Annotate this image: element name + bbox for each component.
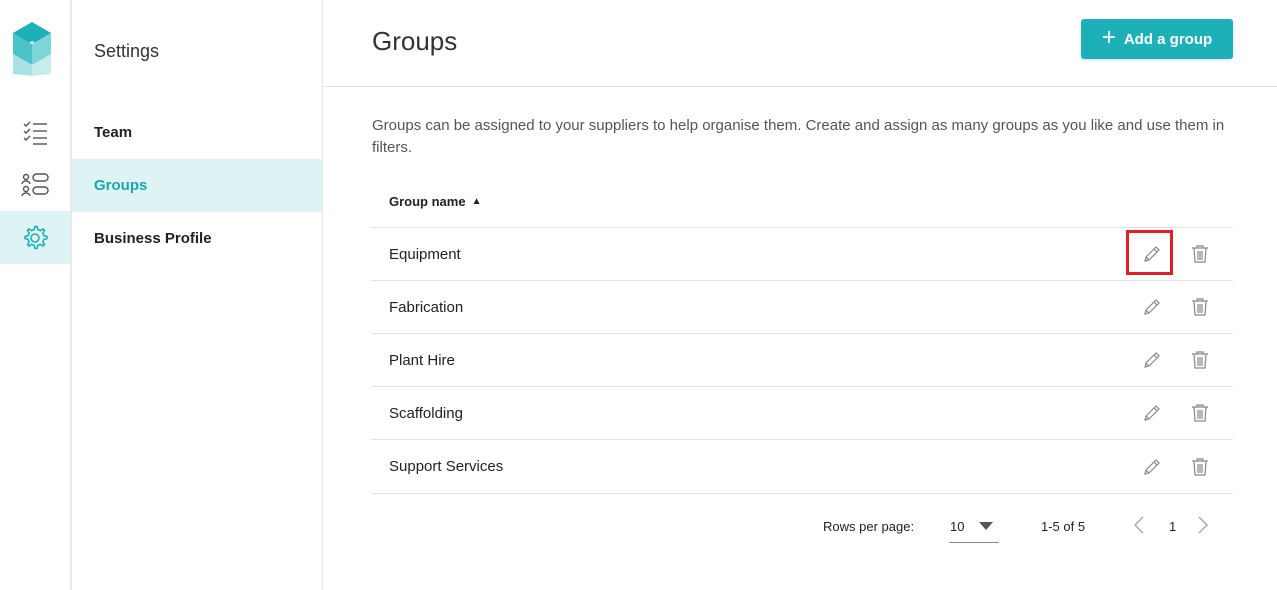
trash-icon[interactable] [1187,241,1213,267]
nav-item-business-profile[interactable]: Business Profile [72,212,322,265]
pagination: Rows per page: 10 1-5 of 5 1 [323,505,1277,545]
chevron-left-icon[interactable] [1133,515,1145,535]
table-row: Scaffolding [371,387,1233,440]
group-name-cell: Plant Hire [389,351,455,369]
settings-nav-title: Settings [94,41,160,61]
nav-item-groups[interactable]: Groups [72,159,322,212]
pagination-range: 1-5 of 5 [1041,519,1086,534]
add-group-button[interactable]: + Add a group [1081,19,1233,59]
rail-item-settings[interactable] [0,211,70,264]
group-name-cell: Support Services [389,458,504,475]
edit-icon[interactable] [1139,454,1165,480]
rows-per-page-label: Rows per page: [823,519,915,534]
group-name-cell: Equipment [389,245,461,263]
trash-icon[interactable] [1187,294,1213,320]
settings-icon [24,225,48,249]
trash-icon[interactable] [1187,347,1213,373]
rows-per-page-select[interactable]: 10 [949,513,999,543]
table-row: Support Services [371,440,1233,494]
edit-icon[interactable] [1139,347,1165,373]
group-name-cell: Scaffolding [389,404,463,422]
trash-icon[interactable] [1187,454,1213,480]
page-description: Groups can be assigned to your suppliers… [372,117,1225,156]
chevron-right-icon[interactable] [1197,515,1209,535]
column-header-label: Group name [389,193,466,209]
rail-item-suppliers[interactable] [0,158,70,211]
edit-icon[interactable] [1139,294,1165,320]
group-name-cell: Fabrication [389,298,464,316]
sort-ascending-icon: ▲ [471,195,482,207]
page-title: Groups [372,26,458,56]
table-row: Equipment [371,228,1233,281]
nav-item-team[interactable]: Team [72,106,322,159]
edit-icon[interactable] [1139,400,1165,426]
column-header-group-name[interactable]: Group name ▲ [371,175,1233,228]
suppliers-icon [21,172,49,196]
main-content: Groups + Add a group Groups can be assig… [323,0,1277,590]
rows-per-page-value: 10 [950,519,965,534]
app-logo[interactable] [13,22,51,76]
current-page: 1 [1169,519,1177,534]
edit-icon[interactable] [1139,241,1165,267]
rail-item-tasks[interactable] [0,105,70,158]
add-group-button-label: Add a group [1123,30,1213,48]
plus-icon: + [1101,24,1116,51]
settings-nav: Settings Team Groups Business Profile [72,0,323,590]
tasks-icon [23,121,47,145]
groups-table: Group name ▲ Equipment Fabrication Plant… [371,175,1233,494]
table-row: Fabrication [371,281,1233,334]
table-row: Plant Hire [371,334,1233,387]
page-header: Groups + Add a group [323,0,1277,87]
icon-rail [0,0,72,590]
caret-down-icon [979,522,993,530]
trash-icon[interactable] [1187,400,1213,426]
